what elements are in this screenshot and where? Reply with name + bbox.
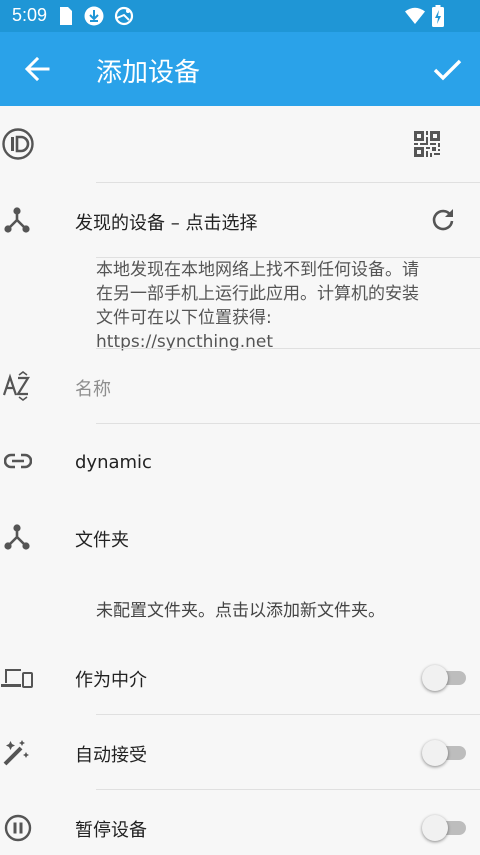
share-nodes-icon (4, 524, 30, 550)
name-field-row[interactable]: 名称 (0, 349, 480, 423)
introducer-toggle[interactable] (422, 665, 466, 691)
link-icon (4, 453, 32, 469)
battery-charging-icon (432, 5, 444, 27)
toggle-thumb (422, 815, 448, 841)
qr-code-scan-icon[interactable] (414, 131, 440, 157)
device-id-row[interactable] (0, 106, 480, 182)
sim-card-icon (60, 7, 72, 25)
devices-icon (1, 669, 33, 688)
magic-wand-icon (3, 740, 29, 766)
syncthing-icon (114, 6, 134, 26)
address-row[interactable]: dynamic (0, 424, 480, 498)
wifi-icon (405, 7, 425, 24)
folders-empty-message[interactable]: 未配置文件夹。点击以添加新文件夹。 (96, 596, 385, 621)
folders-row: 文件夹 (0, 500, 480, 574)
pause-device-row[interactable]: 暂停设备 (0, 790, 480, 855)
confirm-check-icon[interactable] (430, 52, 464, 86)
auto-accept-row[interactable]: 自动接受 (0, 715, 480, 789)
pause-device-toggle[interactable] (422, 815, 466, 841)
toggle-thumb (422, 740, 448, 766)
auto-accept-toggle[interactable] (422, 740, 466, 766)
pause-circle-icon (4, 814, 32, 842)
app-bar: 添加设备 (0, 32, 480, 106)
name-input[interactable]: 名称 (75, 375, 111, 401)
introducer-label: 作为中介 (75, 670, 147, 691)
folders-label: 文件夹 (75, 530, 129, 551)
page-title: 添加设备 (96, 58, 201, 88)
discovered-devices-row[interactable]: 发现的设备 – 点击选择 (0, 183, 480, 257)
back-arrow-icon[interactable] (20, 52, 54, 86)
discovered-devices-label[interactable]: 发现的设备 – 点击选择 (75, 209, 257, 235)
address-value[interactable]: dynamic (75, 452, 152, 473)
status-time: 5:09 (12, 5, 48, 25)
id-icon (2, 128, 34, 160)
pause-device-label: 暂停设备 (75, 820, 147, 841)
toggle-thumb (422, 665, 448, 691)
auto-accept-label: 自动接受 (75, 745, 147, 766)
sort-az-icon (2, 371, 30, 401)
discovery-message: 本地发现在本地网络上找不到任何设备。请在另一部手机上运行此应用。计算机的安装文件… (96, 260, 419, 352)
status-bar: 5:09 (0, 0, 480, 32)
introducer-row[interactable]: 作为中介 (0, 640, 480, 714)
device-nodes-icon (4, 207, 30, 233)
refresh-icon[interactable] (430, 207, 456, 233)
download-icon (84, 6, 104, 26)
